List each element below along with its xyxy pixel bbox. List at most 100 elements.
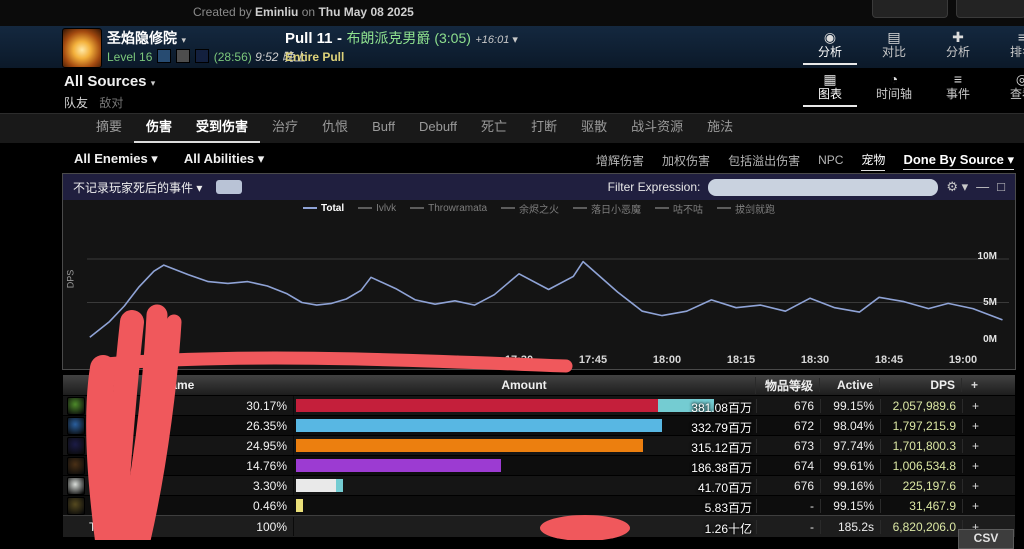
tab-受到伤害[interactable]: 受到伤害 bbox=[184, 114, 260, 143]
class-icon bbox=[67, 496, 85, 515]
view-events[interactable]: ≡ 事件 bbox=[926, 71, 990, 107]
amount-bar-segment bbox=[336, 479, 343, 492]
x-tick: 17:30 bbox=[504, 354, 534, 366]
gear-icon[interactable]: ⚙ ▾ bbox=[946, 180, 968, 194]
damage-percent: 24.95% bbox=[246, 438, 287, 453]
maximize-icon[interactable]: □ bbox=[997, 180, 1005, 194]
all-enemies-dropdown[interactable]: All Enemies ▾ bbox=[74, 151, 158, 167]
filter-option-加权伤害[interactable]: 加权伤害 bbox=[662, 152, 710, 171]
view-switcher: ▦ 图表◔ 时间轴≡ 事件◎ 查看 bbox=[798, 71, 1024, 107]
total-label: Total bbox=[89, 519, 115, 534]
filter-option-NPC[interactable]: NPC bbox=[818, 153, 843, 169]
chart-panel: 不记录玩家死后的事件 ▾ Filter Expression: ⚙ ▾ — □ … bbox=[62, 173, 1016, 370]
col-header-dps[interactable]: DPS bbox=[879, 378, 961, 392]
item-level: 676 bbox=[756, 398, 820, 413]
legend-item[interactable]: 落日小恶魔 bbox=[573, 201, 641, 216]
legend-item[interactable]: Ivlvk bbox=[358, 203, 396, 214]
legend-item[interactable]: Total bbox=[302, 203, 344, 214]
legend-item[interactable]: 咕不咕 bbox=[655, 201, 703, 216]
legend-item[interactable]: 拔剑就跑 bbox=[717, 201, 775, 216]
search-icon: ◎ bbox=[1015, 71, 1024, 87]
expand-row-button[interactable]: + bbox=[962, 398, 988, 413]
death-filter-toggle[interactable] bbox=[216, 180, 243, 194]
expand-row-button[interactable]: + bbox=[962, 478, 988, 493]
tab-治疗[interactable]: 治疗 bbox=[260, 114, 310, 143]
col-header-amount[interactable]: Amount bbox=[293, 378, 755, 392]
view-grid[interactable]: ▦ 图表 bbox=[798, 71, 862, 107]
table-row: 26.35% 332.79百万 672 98.04% 1,797,215.9 + bbox=[63, 415, 1015, 435]
x-tick: 18:15 bbox=[726, 354, 756, 366]
enemies-link[interactable]: 敌对 bbox=[99, 96, 123, 110]
tab-伤害[interactable]: 伤害 bbox=[134, 114, 184, 143]
dps-value: 2,057,989.6 bbox=[880, 398, 962, 413]
item-level: 674 bbox=[756, 458, 820, 473]
x-tick: 18:45 bbox=[874, 354, 904, 366]
filter-expression-input[interactable] bbox=[708, 178, 939, 196]
active-percent: 99.15% bbox=[820, 398, 880, 413]
y-tick-0m: 0M bbox=[983, 334, 997, 345]
top-bar: Created by Eminliu on Thu May 08 2025 bbox=[0, 0, 1024, 26]
y-tick-10m: 10M bbox=[977, 251, 997, 262]
tab-Debuff[interactable]: Debuff bbox=[407, 114, 469, 143]
eye-icon: ◉ bbox=[823, 29, 837, 45]
header-nav-plugin[interactable]: ✚ 分析 bbox=[926, 29, 990, 65]
col-header-active[interactable]: Active bbox=[819, 378, 879, 392]
legend-swatch bbox=[358, 207, 373, 209]
table-header: Name Amount 物品等级 Active DPS + bbox=[63, 375, 1015, 395]
zone-dropdown[interactable]: 圣焰隐修院 ▾ bbox=[107, 30, 306, 49]
minimize-icon[interactable]: — bbox=[976, 180, 989, 194]
tab-打断[interactable]: 打断 bbox=[519, 114, 569, 143]
filter-bar: All Enemies ▾ All Abilities ▾ 增辉伤害 加权伤害 包括… bbox=[0, 144, 1024, 173]
affix-icon bbox=[195, 49, 210, 63]
all-sources-label: All Sources bbox=[64, 73, 147, 90]
header-nav-rankings[interactable]: ≡ 排名 bbox=[990, 29, 1024, 65]
item-level: - bbox=[756, 498, 820, 513]
amount-bar: 5.83百万 bbox=[293, 496, 756, 515]
header-nav-compare[interactable]: ▤ 对比 bbox=[862, 29, 926, 65]
all-sources-dropdown[interactable]: All Sources ▾ bbox=[64, 73, 155, 90]
total-amount: 1.26十亿 bbox=[704, 522, 752, 536]
friendlies-link[interactable]: 队友 bbox=[64, 96, 88, 110]
col-header-plus[interactable]: + bbox=[961, 378, 987, 392]
filter-option-增辉伤害[interactable]: 增辉伤害 bbox=[596, 152, 644, 171]
col-header-itemlevel[interactable]: 物品等级 bbox=[755, 376, 819, 394]
expand-row-button[interactable]: + bbox=[962, 498, 988, 513]
all-abilities-dropdown[interactable]: All Abilities ▾ bbox=[184, 151, 264, 167]
cutoff-button[interactable] bbox=[872, 0, 948, 18]
amount-value: 5.83百万 bbox=[704, 501, 752, 515]
cutoff-button[interactable] bbox=[956, 0, 1024, 18]
col-header-name[interactable]: Name bbox=[63, 378, 293, 392]
header-nav-eye[interactable]: ◉ 分析 bbox=[798, 29, 862, 65]
tab-驱散[interactable]: 驱散 bbox=[569, 114, 619, 143]
expand-row-button[interactable]: + bbox=[962, 438, 988, 453]
dps-value: 225,197.6 bbox=[880, 478, 962, 493]
expand-row-button[interactable]: + bbox=[962, 418, 988, 433]
done-by-source-dropdown[interactable]: Done By Source ▾ bbox=[903, 152, 1014, 170]
view-search[interactable]: ◎ 查看 bbox=[990, 71, 1024, 107]
legend-item[interactable]: 余烬之火 bbox=[501, 201, 559, 216]
pull-dropdown[interactable]: Pull 11 - 布朗派克男爵 (3:05) +16:01 ▾ bbox=[285, 30, 518, 49]
tab-战斗资源[interactable]: 战斗资源 bbox=[619, 114, 695, 143]
legend-item[interactable]: Throwramata bbox=[410, 203, 487, 214]
report-header: 圣焰隐修院 ▾ Level 16 (28:56) 9:52 晚上 Pull 11… bbox=[0, 26, 1024, 69]
tab-摘要[interactable]: 摘要 bbox=[84, 114, 134, 143]
x-tick: 16:30 bbox=[208, 354, 238, 366]
legend-swatch bbox=[501, 207, 516, 209]
amount-value: 381.08百万 bbox=[691, 401, 752, 415]
filter-option-宠物[interactable]: 宠物 bbox=[861, 151, 886, 171]
expand-row-button[interactable]: + bbox=[962, 458, 988, 473]
death-filter-dropdown[interactable]: 不记录玩家死后的事件 ▾ bbox=[73, 179, 202, 196]
csv-button[interactable]: CSV bbox=[958, 529, 1014, 549]
view-clock[interactable]: ◔ 时间轴 bbox=[862, 71, 926, 107]
tab-死亡[interactable]: 死亡 bbox=[469, 114, 519, 143]
tab-Buff[interactable]: Buff bbox=[360, 114, 407, 143]
table-row: 24.95% 315.12百万 673 97.74% 1,701,800.3 + bbox=[63, 435, 1015, 455]
table-row: 0.46% 5.83百万 - 99.15% 31,467.9 + bbox=[63, 495, 1015, 515]
tab-施法[interactable]: 施法 bbox=[695, 114, 745, 143]
amount-value: 315.12百万 bbox=[691, 441, 752, 455]
x-tick: 17:15 bbox=[430, 354, 460, 366]
class-icon bbox=[67, 456, 85, 475]
filter-option-包括溢出伤害[interactable]: 包括溢出伤害 bbox=[728, 152, 800, 171]
total-active: 185.2s bbox=[820, 519, 880, 534]
tab-仇恨[interactable]: 仇恨 bbox=[310, 114, 360, 143]
